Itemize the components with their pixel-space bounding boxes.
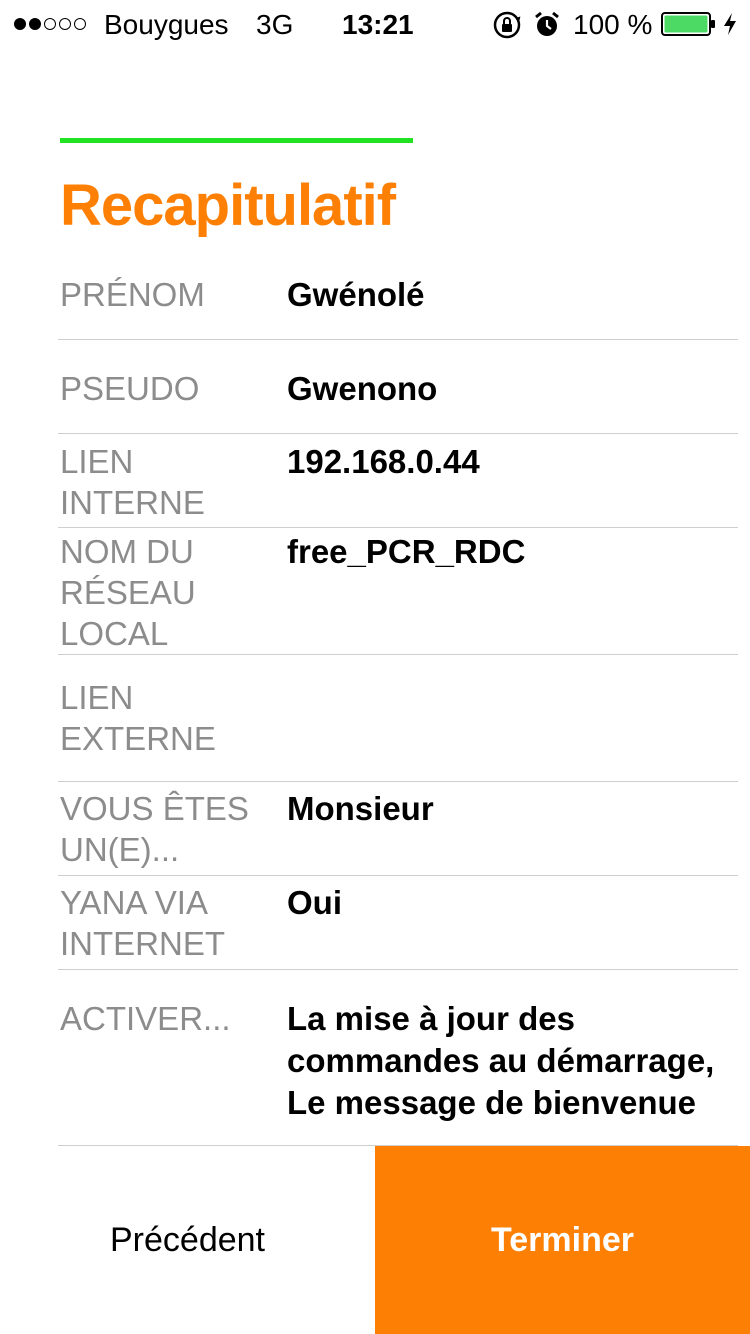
summary-row-activer: ACTIVER... La mise à jour des commandes …: [58, 970, 738, 1146]
carrier-name: Bouygues: [104, 9, 229, 40]
summary-value: Monsieur: [287, 790, 434, 827]
page-title: Recapitulatif: [60, 173, 396, 238]
summary-value: free_PCR_RDC: [287, 533, 526, 570]
summary-value: 192.168.0.44: [287, 443, 480, 480]
signal-strength-icon: [14, 18, 86, 30]
summary-row-pseudo: PSEUDO Gwenono: [58, 340, 738, 434]
battery-percentage: 100 %: [573, 9, 653, 40]
signal-dot: [44, 18, 56, 30]
network-type: 3G: [256, 9, 294, 40]
progress-bar: [60, 138, 413, 143]
summary-label: LIEN INTERNE: [60, 443, 205, 521]
signal-dot: [74, 18, 86, 30]
summary-label: PSEUDO: [60, 370, 200, 407]
summary-label: YANA VIA INTERNET: [60, 884, 225, 962]
summary-value: Oui: [287, 884, 342, 921]
summary-row-prenom: PRÉNOM Gwénolé: [58, 250, 738, 340]
signal-dot: [29, 18, 41, 30]
summary-row-civilite: VOUS ÊTES UN(E)... Monsieur: [58, 782, 738, 876]
summary-label: VOUS ÊTES UN(E)...: [60, 790, 249, 868]
signal-dot: [14, 18, 26, 30]
summary-label: NOM DU RÉSEAU LOCAL: [60, 533, 196, 652]
progress-fill: [60, 138, 413, 143]
status-time: 13:21: [342, 9, 414, 40]
charging-bolt-icon: [722, 12, 738, 36]
finish-button[interactable]: Terminer: [375, 1146, 750, 1334]
summary-value: La mise à jour des commandes au démarrag…: [287, 1000, 715, 1121]
signal-dot: [59, 18, 71, 30]
summary-label: ACTIVER...: [60, 1000, 231, 1037]
alarm-clock-icon: [533, 10, 561, 40]
summary-row-lien-externe: LIEN EXTERNE: [58, 655, 738, 782]
status-bar: Bouygues 3G 13:21 100 %: [0, 0, 750, 48]
summary-row-yana-internet: YANA VIA INTERNET Oui: [58, 876, 738, 970]
summary-label: PRÉNOM: [60, 276, 205, 313]
summary-row-lien-interne: LIEN INTERNE 192.168.0.44: [58, 434, 738, 528]
rotation-lock-icon: [492, 10, 522, 40]
summary-value: Gwenono: [287, 370, 438, 407]
summary-label: LIEN EXTERNE: [60, 679, 216, 757]
summary-value: Gwénolé: [287, 276, 425, 313]
previous-button[interactable]: Précédent: [0, 1146, 375, 1334]
battery-icon: [661, 12, 717, 36]
summary-row-reseau-local: NOM DU RÉSEAU LOCAL free_PCR_RDC: [58, 528, 738, 655]
